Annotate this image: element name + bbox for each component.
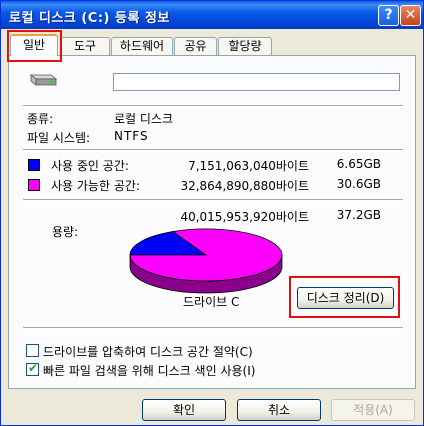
compress-checkbox[interactable]: [26, 344, 39, 357]
index-label[interactable]: 빠른 파일 검색을 위해 디스크 색인 사용(I): [43, 362, 255, 379]
separator: [23, 327, 403, 329]
help-button[interactable]: ?: [378, 5, 399, 26]
type-value: 로컬 디스크: [114, 112, 174, 126]
apply-button[interactable]: 적용(A): [331, 399, 415, 421]
title-bar[interactable]: 로컬 디스크 (C:) 등록 정보 ? ✕: [1, 1, 423, 29]
tab-general[interactable]: 일반: [10, 34, 58, 56]
free-space-gb: 30.6GB: [336, 177, 381, 191]
free-space-label: 사용 가능한 공간:: [51, 179, 140, 193]
ok-button[interactable]: 확인: [142, 399, 226, 421]
disk-usage-pie-chart: [129, 228, 283, 294]
properties-window: 로컬 디스크 (C:) 등록 정보 ? ✕ 일반 도구 하드웨어 공유 할당량 …: [0, 0, 424, 426]
free-space-bytes: 32,864,890,880바이트: [180, 179, 309, 193]
separator: [23, 105, 403, 107]
separator: [23, 199, 403, 201]
tab-bar: 일반 도구 하드웨어 공유 할당량: [8, 34, 418, 56]
free-color-swatch: [28, 179, 40, 191]
separator: [23, 149, 403, 151]
tab-tools[interactable]: 도구: [60, 37, 110, 55]
index-checkbox[interactable]: ✔: [26, 361, 39, 376]
drive-letter-label: 드라이브 C: [183, 295, 240, 309]
disk-cleanup-button[interactable]: 디스크 정리(D): [297, 287, 394, 309]
filesystem-label: 파일 시스템:: [27, 131, 91, 145]
compress-label[interactable]: 드라이브를 압축하여 디스크 공간 절약(C): [43, 343, 253, 360]
tab-sharing[interactable]: 공유: [174, 37, 217, 55]
window-title: 로컬 디스크 (C:) 등록 정보: [9, 11, 170, 26]
used-space-bytes: 7,151,063,040바이트: [188, 159, 309, 173]
hard-drive-icon: [29, 74, 58, 86]
filesystem-value: NTFS: [114, 129, 149, 143]
drive-name-input[interactable]: [113, 73, 400, 91]
tab-hardware[interactable]: 하드웨어: [111, 37, 173, 55]
tab-quota[interactable]: 할당량: [218, 37, 272, 55]
index-check-mark: ✔: [28, 361, 39, 375]
used-color-swatch: [28, 159, 40, 171]
capacity-label: 용량:: [52, 225, 79, 239]
used-space-gb: 6.65GB: [336, 157, 381, 171]
close-button[interactable]: ✕: [400, 5, 421, 26]
cancel-button[interactable]: 취소: [237, 399, 321, 421]
used-space-label: 사용 중인 공간:: [51, 159, 129, 173]
type-label: 종류:: [27, 112, 54, 126]
capacity-gb: 37.2GB: [336, 208, 381, 222]
